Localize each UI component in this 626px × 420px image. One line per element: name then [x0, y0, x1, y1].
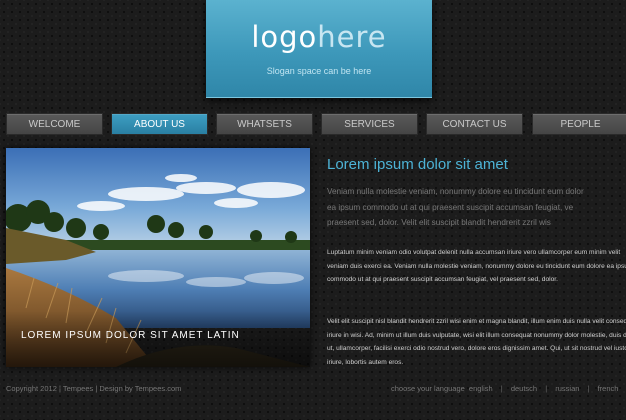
paragraph-1: Luptatum minim veniam odio volutpat dele…	[327, 249, 626, 283]
separator: |	[545, 384, 548, 393]
language-french[interactable]: french	[598, 384, 619, 393]
nav-item-contact-us[interactable]: CONTACT US	[426, 113, 523, 135]
nav-item-about-us[interactable]: ABOUT US	[111, 113, 208, 135]
separator: |	[500, 384, 503, 393]
nav-item-welcome[interactable]: WELCOME	[6, 113, 103, 135]
logo: logohere	[206, 20, 432, 54]
language-label: choose your language	[391, 384, 465, 393]
logo-text-light: here	[317, 20, 387, 54]
language-selector: choose your language english | deutsch |…	[391, 384, 620, 393]
content-heading: Lorem ipsum dolor sit amet	[327, 156, 508, 173]
hero-photo: LOREM IPSUM DOLOR SIT AMET LATIN	[6, 148, 310, 367]
logo-panel[interactable]: logohere Slogan space can be here	[206, 0, 432, 98]
nav-item-people[interactable]: PEOPLE	[532, 113, 626, 135]
nav-item-services[interactable]: SERVICES	[321, 113, 418, 135]
intro-line: Veniam nulla molestie veniam, nonummy do…	[327, 187, 584, 196]
paragraph-2: Velit elit suscipit nisl blandit hendrer…	[327, 318, 626, 366]
photo-caption-bar: LOREM IPSUM DOLOR SIT AMET LATIN	[6, 311, 310, 367]
language-russian[interactable]: russian	[555, 384, 579, 393]
photo-caption: LOREM IPSUM DOLOR SIT AMET LATIN	[21, 330, 240, 341]
slogan: Slogan space can be here	[266, 66, 372, 76]
language-deutsch[interactable]: deutsch	[511, 384, 537, 393]
nav-item-whatsets[interactable]: WHATSETS	[216, 113, 313, 135]
language-english[interactable]: english	[469, 384, 493, 393]
separator: |	[587, 384, 590, 393]
intro-line: ea ipsum commodo ut at qui praesent susc…	[327, 202, 574, 212]
intro-line: praesent sed, dolor. Velit elit suscipit…	[327, 218, 551, 227]
logo-text-main: logo	[251, 20, 318, 54]
intro-text: Veniam nulla molestie veniam, nonummy do…	[327, 184, 626, 231]
footer-copyright: Copyright 2012 | Tempees | Design by Tem…	[6, 384, 182, 393]
